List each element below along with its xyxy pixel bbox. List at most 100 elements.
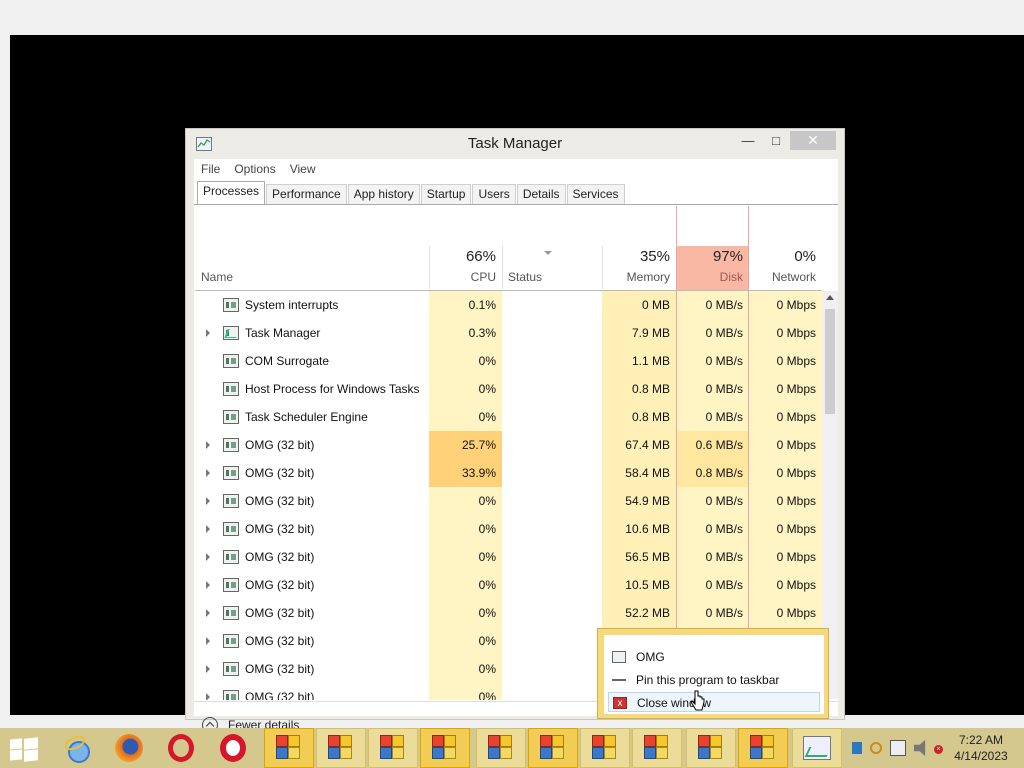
expand-arrow-icon[interactable] bbox=[206, 693, 210, 700]
memory-cell: 0 MB bbox=[602, 291, 676, 319]
network-cell: 0 Mbps bbox=[749, 515, 822, 543]
task-manager-icon bbox=[803, 736, 831, 760]
omg-icon bbox=[540, 735, 566, 761]
tab-processes[interactable]: Processes bbox=[197, 181, 266, 204]
process-name-cell: OMG (32 bit) bbox=[195, 683, 429, 700]
taskbar-omg-button[interactable] bbox=[738, 728, 788, 768]
process-icon bbox=[223, 662, 239, 676]
expand-arrow-icon[interactable] bbox=[206, 637, 210, 645]
taskbar-omg-button[interactable] bbox=[580, 728, 630, 768]
process-icon bbox=[223, 382, 239, 396]
expand-arrow-icon[interactable] bbox=[206, 469, 210, 477]
column-cpu-header[interactable]: 66% CPU bbox=[429, 206, 502, 289]
expand-arrow-icon[interactable] bbox=[206, 609, 210, 617]
process-row[interactable]: OMG (32 bit) 0% 10.6 MB 0 MB/s 0 Mbps bbox=[195, 515, 822, 543]
search-icon[interactable] bbox=[870, 742, 882, 754]
taskbar-omg-button[interactable] bbox=[476, 728, 526, 768]
expand-arrow-icon[interactable] bbox=[206, 525, 210, 533]
close-button[interactable]: ✕ bbox=[790, 131, 836, 150]
taskbar-firefox-button[interactable] bbox=[104, 728, 154, 768]
process-name: COM Surrogate bbox=[245, 354, 330, 368]
process-row[interactable]: Task Manager 0.3% 7.9 MB 0 MB/s 0 Mbps bbox=[195, 319, 822, 347]
network-cell: 0 Mbps bbox=[749, 347, 822, 375]
jump-list-pin-item[interactable]: Pin this program to taskbar bbox=[608, 670, 820, 690]
clock-date: 4/14/2023 bbox=[954, 749, 1008, 763]
jump-list-app-item[interactable]: OMG bbox=[608, 647, 820, 667]
process-name: OMG (32 bit) bbox=[245, 662, 315, 676]
taskbar-omg-button[interactable] bbox=[528, 728, 578, 768]
taskbar-omg-button[interactable] bbox=[316, 728, 366, 768]
column-name-header[interactable]: Name bbox=[195, 206, 429, 289]
taskbar-opera-button-2[interactable] bbox=[208, 728, 258, 768]
taskbar-opera-button[interactable] bbox=[156, 728, 206, 768]
network-cell: 0 Mbps bbox=[749, 459, 822, 487]
menu-file[interactable]: File bbox=[201, 162, 220, 176]
process-name: OMG (32 bit) bbox=[245, 634, 315, 648]
omg-icon bbox=[380, 735, 406, 761]
tab-app-history[interactable]: App history bbox=[347, 184, 420, 204]
taskbar-task-manager-button[interactable] bbox=[792, 728, 842, 768]
clock[interactable]: 7:22 AM 4/14/2023 bbox=[948, 732, 1014, 764]
expand-arrow-icon[interactable] bbox=[206, 497, 210, 505]
process-icon bbox=[223, 634, 239, 648]
taskbar-omg-button[interactable] bbox=[420, 728, 470, 768]
expand-arrow-icon[interactable] bbox=[206, 665, 210, 673]
taskbar-ie-button[interactable] bbox=[52, 728, 102, 768]
expand-arrow-icon[interactable] bbox=[206, 581, 210, 589]
process-name: OMG (32 bit) bbox=[245, 578, 315, 592]
memory-cell: 56.5 MB bbox=[602, 543, 676, 571]
action-center-icon[interactable] bbox=[852, 742, 862, 754]
process-row[interactable]: Host Process for Windows Tasks 0% 0.8 MB 0 … bbox=[195, 375, 822, 403]
column-status-header[interactable]: Status bbox=[502, 206, 602, 289]
taskbar-omg-button[interactable] bbox=[368, 728, 418, 768]
process-name: Task Scheduler Engine bbox=[245, 410, 368, 424]
tab-details[interactable]: Details bbox=[516, 184, 566, 204]
column-disk-header[interactable]: 97% Disk bbox=[676, 206, 749, 289]
column-network-header[interactable]: 0% Network bbox=[749, 206, 822, 289]
volume-icon[interactable] bbox=[914, 740, 926, 756]
memory-cell: 10.5 MB bbox=[602, 571, 676, 599]
minimize-button[interactable]: — bbox=[734, 131, 762, 150]
tab-performance[interactable]: Performance bbox=[266, 184, 347, 204]
cpu-cell: 0% bbox=[429, 683, 502, 700]
status-cell bbox=[502, 459, 602, 487]
network-icon[interactable] bbox=[890, 740, 906, 756]
expand-arrow-icon[interactable] bbox=[206, 441, 210, 449]
memory-cell: 58.4 MB bbox=[602, 459, 676, 487]
scroll-thumb[interactable] bbox=[825, 309, 835, 414]
process-row[interactable]: OMG (32 bit) 0% 56.5 MB 0 MB/s 0 Mbps bbox=[195, 543, 822, 571]
expand-arrow-icon[interactable] bbox=[206, 553, 210, 561]
process-icon bbox=[223, 690, 239, 700]
process-row[interactable]: OMG (32 bit) 33.9% 58.4 MB 0.8 MB/s 0 Mbps bbox=[195, 459, 822, 487]
process-row[interactable]: COM Surrogate 0% 1.1 MB 0 MB/s 0 Mbps bbox=[195, 347, 822, 375]
status-cell bbox=[502, 319, 602, 347]
tab-users[interactable]: Users bbox=[472, 184, 516, 204]
jump-list-close-item[interactable]: x Close window bbox=[608, 692, 820, 712]
status-cell bbox=[502, 599, 602, 627]
start-button[interactable] bbox=[0, 728, 50, 768]
tab-startup[interactable]: Startup bbox=[420, 184, 472, 204]
process-row[interactable]: System interrupts 0.1% 0 MB 0 MB/s 0 Mbps bbox=[195, 291, 822, 319]
disk-cell: 0.8 MB/s bbox=[676, 459, 749, 487]
taskbar-omg-button[interactable] bbox=[632, 728, 682, 768]
windows-logo-icon bbox=[10, 737, 38, 762]
menu-view[interactable]: View bbox=[290, 162, 316, 176]
disk-cell: 0 MB/s bbox=[676, 515, 749, 543]
process-row[interactable]: Task Scheduler Engine 0% 0.8 MB 0 MB/s 0 Mbp… bbox=[195, 403, 822, 431]
taskbar-omg-button[interactable] bbox=[264, 728, 314, 768]
process-row[interactable]: OMG (32 bit) 0% 54.9 MB 0 MB/s 0 Mbps bbox=[195, 487, 822, 515]
column-memory-header[interactable]: 35% Memory bbox=[602, 206, 676, 289]
column-memory-label: Memory bbox=[626, 270, 670, 284]
process-row[interactable]: OMG (32 bit) 0% 10.5 MB 0 MB/s 0 Mbps bbox=[195, 571, 822, 599]
expand-arrow-icon[interactable] bbox=[206, 329, 210, 337]
maximize-button[interactable]: □ bbox=[762, 131, 790, 150]
disk-cell: 0.6 MB/s bbox=[676, 431, 749, 459]
process-row[interactable]: OMG (32 bit) 0% 52.2 MB 0 MB/s 0 Mbps bbox=[195, 599, 822, 627]
tab-services[interactable]: Services bbox=[566, 184, 625, 204]
process-row[interactable]: OMG (32 bit) 25.7% 67.4 MB 0.6 MB/s 0 Mbps bbox=[195, 431, 822, 459]
menu-options[interactable]: Options bbox=[234, 162, 275, 176]
process-icon bbox=[223, 438, 239, 452]
disk-cell: 0 MB/s bbox=[676, 571, 749, 599]
scroll-up-arrow-icon[interactable] bbox=[826, 295, 834, 300]
taskbar-omg-button[interactable] bbox=[686, 728, 736, 768]
